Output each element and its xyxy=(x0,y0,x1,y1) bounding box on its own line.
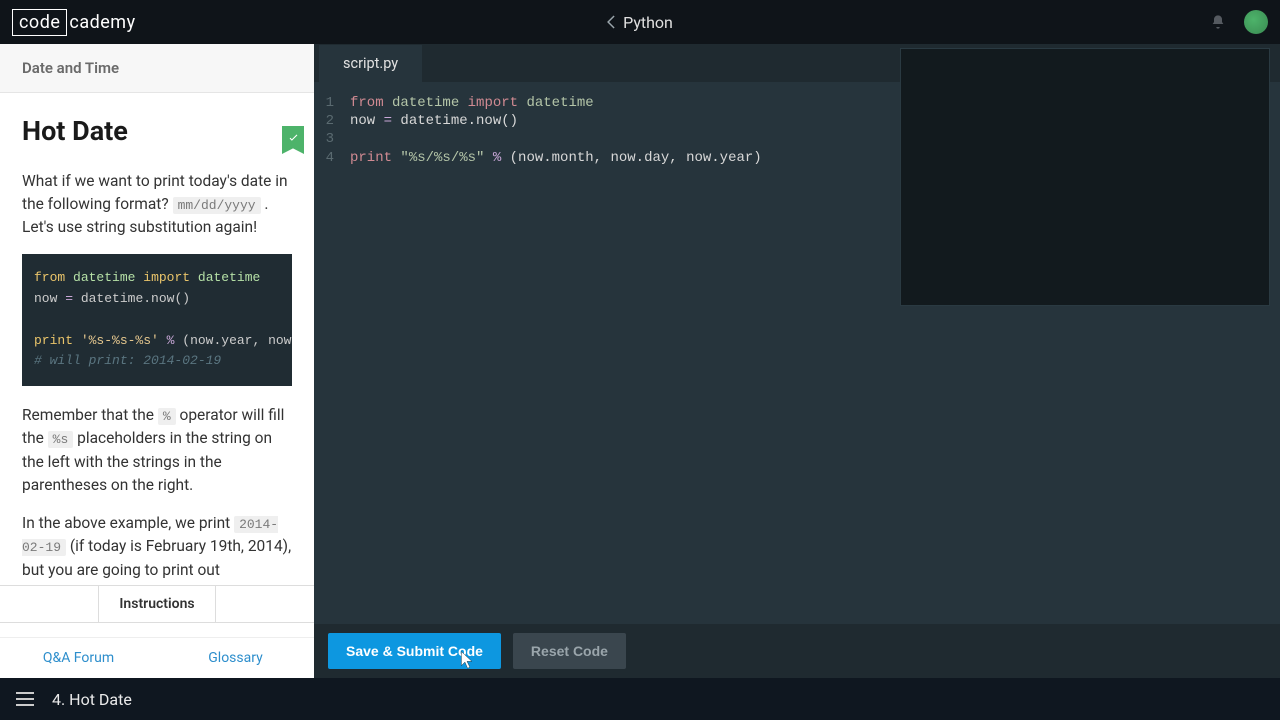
output-panel xyxy=(900,48,1270,306)
instructions-content: Print the current date in the form of xyxy=(0,623,314,637)
logo-boxed: code xyxy=(12,9,67,36)
para-1: What if we want to print today's date in… xyxy=(22,170,292,240)
inline-code: %s xyxy=(48,431,74,448)
chevron-left-icon xyxy=(607,15,615,29)
inline-code: % xyxy=(158,408,176,425)
lesson-title: Hot Date xyxy=(22,111,292,152)
lesson-indicator[interactable]: 4. Hot Date xyxy=(52,690,132,709)
sidebar-footer: Q&A Forum Glossary xyxy=(0,637,314,678)
para-2: Remember that the % operator will fill t… xyxy=(22,404,292,497)
menu-icon[interactable] xyxy=(16,692,34,706)
code-example: from datetime import datetime now = date… xyxy=(22,254,292,386)
inline-code: mm/dd/yyyy xyxy=(173,197,261,214)
workspace: 1 from datetime import datetime 2 now = … xyxy=(314,82,1280,624)
app-header: codecademy Python xyxy=(0,0,1280,44)
qa-forum-link[interactable]: Q&A Forum xyxy=(0,638,157,678)
logo-rest: cademy xyxy=(69,12,135,33)
lesson-content: Hot Date What if we want to print today'… xyxy=(0,93,314,585)
para-3: In the above example, we print 2014-02-1… xyxy=(22,512,292,585)
file-tab[interactable]: script.py xyxy=(319,45,422,82)
bottom-bar: 4. Hot Date xyxy=(0,678,1280,720)
avatar[interactable] xyxy=(1244,10,1268,34)
instructions-tab[interactable]: Instructions xyxy=(98,586,215,622)
reset-button[interactable]: Reset Code xyxy=(513,633,626,669)
main-area: Date and Time Hot Date What if we want t… xyxy=(0,44,1280,678)
submit-button[interactable]: Save & Submit Code xyxy=(328,633,501,669)
bell-icon[interactable] xyxy=(1210,14,1226,30)
section-header: Date and Time xyxy=(0,44,314,93)
right-panel: script.py 1 from datetime import datetim… xyxy=(314,44,1280,678)
lesson-sidebar: Date and Time Hot Date What if we want t… xyxy=(0,44,314,678)
course-title-wrap[interactable]: Python xyxy=(607,13,673,32)
instructions-tab-row: Instructions xyxy=(0,585,314,623)
logo[interactable]: codecademy xyxy=(12,12,136,33)
course-title: Python xyxy=(623,13,673,32)
editor-controls: Save & Submit Code Reset Code xyxy=(314,624,1280,678)
header-right xyxy=(1210,10,1268,34)
glossary-link[interactable]: Glossary xyxy=(157,638,314,678)
